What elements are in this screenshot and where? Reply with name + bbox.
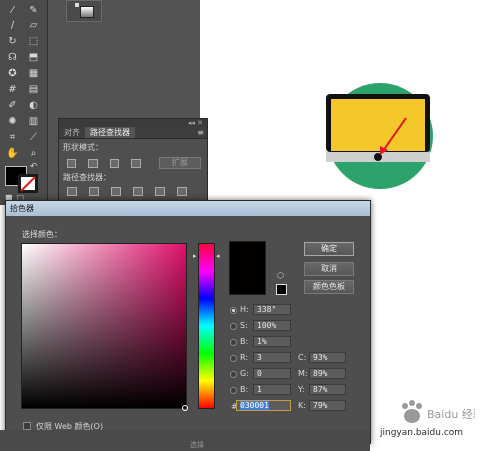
trim-icon[interactable] <box>89 187 99 196</box>
saturation-field[interactable]: 100% <box>253 320 291 331</box>
shape-modes-row: 扩展 <box>59 153 207 169</box>
new-color-preview <box>229 241 266 295</box>
shape-modes-label: 形状模式： <box>63 143 103 152</box>
pathfinders-row <box>59 183 207 196</box>
tools-panel: ⁄ ✎ ∕ ▱ ↻ ⬚ ☊ ⬒ ✪ ▦ # ▤ ✐ ◐ ✺ ▥ ⌗ ⟋ ✋ ⌕ … <box>0 0 48 205</box>
panel-menu-icon[interactable]: ≡ <box>197 127 207 138</box>
minus-front-icon[interactable] <box>88 158 98 168</box>
hand-icon[interactable]: ✋ <box>6 147 19 160</box>
panel-tabs: 对齐 路径查找器 ≡ <box>59 127 207 139</box>
color-picker-dialog: 拾色器 选择颜色： ▸ ◂ ⬡ 确定 取消 颜色色板 H: 338° S: 10… <box>5 200 371 444</box>
blue-radio[interactable] <box>230 387 237 394</box>
column-graph-icon[interactable]: ▥ <box>27 115 40 128</box>
free-transform-icon[interactable]: ⬒ <box>27 51 40 64</box>
select-color-label: 选择颜色： <box>22 230 62 239</box>
artboard-icon[interactable]: ⌗ <box>6 131 19 144</box>
brightness-radio[interactable] <box>230 339 237 346</box>
black-label: K: <box>298 401 306 410</box>
mesh-icon[interactable]: # <box>6 83 19 96</box>
expand-button[interactable]: 扩展 <box>158 157 202 169</box>
cyan-label: C: <box>298 353 307 362</box>
ok-button[interactable]: 确定 <box>304 242 354 256</box>
brightness-label: B: <box>240 337 249 346</box>
yellow-field[interactable]: 87% <box>309 384 346 395</box>
web-colors-only-checkbox[interactable] <box>23 422 31 430</box>
watermark-site-name: Baidu 经验 <box>427 407 475 421</box>
green-field[interactable]: 0 <box>253 368 291 379</box>
brightness-field[interactable]: 1% <box>253 336 291 347</box>
hue-field[interactable]: 338° <box>253 304 291 315</box>
black-field[interactable]: 79% <box>309 400 346 411</box>
baidu-paw-logo: Baidu 经验 <box>402 400 475 423</box>
crop-icon[interactable] <box>133 187 143 196</box>
pathfinders-label: 路径查找器： <box>63 173 111 182</box>
color-swatches-button[interactable]: 颜色色板 <box>304 280 354 294</box>
cancel-button[interactable]: 取消 <box>304 262 354 276</box>
tab-align[interactable]: 对齐 <box>59 127 85 138</box>
magenta-label: M: <box>298 369 308 378</box>
shape-builder-icon[interactable]: ✪ <box>6 67 19 80</box>
hue-label: H: <box>240 305 249 314</box>
hex-value: 030001 <box>240 401 269 410</box>
gradient-icon[interactable]: ▤ <box>27 83 40 96</box>
saturation-brightness-field[interactable] <box>21 243 187 409</box>
collapsed-panel-icon[interactable] <box>66 0 102 22</box>
unite-icon[interactable] <box>67 158 77 168</box>
hue-slider-right-arrow-icon[interactable]: ◂ <box>216 252 220 260</box>
swap-fill-stroke-icon[interactable]: ↶ <box>30 162 38 172</box>
panel-bullet-icon <box>75 3 79 7</box>
yellow-label: Y: <box>298 385 305 394</box>
dialog-title[interactable]: 拾色器 <box>6 201 370 216</box>
status-bar <box>0 430 370 451</box>
red-label: R: <box>240 353 249 362</box>
intersect-icon[interactable] <box>109 158 120 168</box>
closest-color-swatch[interactable] <box>276 284 287 295</box>
green-label: G: <box>240 369 249 378</box>
blend-icon[interactable]: ◐ <box>27 99 40 112</box>
blob-brush-icon[interactable]: ∕ <box>6 19 19 32</box>
panel-collapse-bar[interactable]: ◂◂ ✕ <box>59 119 207 127</box>
status-text: 选择 <box>190 441 204 449</box>
saturation-label: S: <box>240 321 248 330</box>
gradient-thumbnail-icon <box>80 6 94 18</box>
outline-icon[interactable] <box>155 187 165 196</box>
green-radio[interactable] <box>230 371 237 378</box>
monitor-illustration <box>326 83 433 189</box>
eraser-icon[interactable]: ▱ <box>27 19 40 32</box>
divide-icon[interactable] <box>67 187 77 196</box>
hue-radio[interactable] <box>230 307 237 314</box>
watermark-url: jingyan.baidu.com <box>380 428 464 438</box>
cyan-field[interactable]: 93% <box>309 352 346 363</box>
red-field[interactable]: 3 <box>253 352 291 363</box>
symbol-sprayer-icon[interactable]: ✺ <box>6 115 19 128</box>
warp-icon[interactable]: ☊ <box>6 51 19 64</box>
blue-label: B: <box>240 385 249 394</box>
slice-icon[interactable]: ⟋ <box>27 131 40 144</box>
monitor-screen <box>331 99 425 151</box>
eyedropper-icon[interactable]: ✐ <box>6 99 19 112</box>
minus-back-icon[interactable] <box>177 187 187 196</box>
saturation-radio[interactable] <box>230 323 237 330</box>
blue-field[interactable]: 1 <box>253 384 291 395</box>
scale-icon[interactable]: ⬚ <box>27 35 40 48</box>
cube-warning-icon[interactable]: ⬡ <box>277 271 284 280</box>
zoom-icon[interactable]: ⌕ <box>27 147 40 160</box>
hue-slider[interactable] <box>198 243 215 409</box>
hue-slider-left-arrow-icon[interactable]: ▸ <box>193 252 197 260</box>
rotate-icon[interactable]: ↻ <box>6 35 19 48</box>
color-marker[interactable] <box>182 405 188 411</box>
stroke-color-swatch[interactable] <box>18 174 38 193</box>
paintbrush-icon[interactable]: ⁄ <box>6 4 19 17</box>
magenta-field[interactable]: 89% <box>309 368 346 379</box>
red-radio[interactable] <box>230 355 237 362</box>
tab-pathfinder[interactable]: 路径查找器 <box>85 127 135 138</box>
exclude-icon[interactable] <box>131 158 141 168</box>
pencil-icon[interactable]: ✎ <box>27 4 40 17</box>
merge-icon[interactable] <box>111 187 121 196</box>
hex-field[interactable]: 030001 <box>236 400 291 411</box>
pathfinder-panel: ◂◂ ✕ 对齐 路径查找器 ≡ 形状模式： 扩展 路径查找器： <box>58 118 208 206</box>
perspective-grid-icon[interactable]: ▦ <box>27 67 40 80</box>
